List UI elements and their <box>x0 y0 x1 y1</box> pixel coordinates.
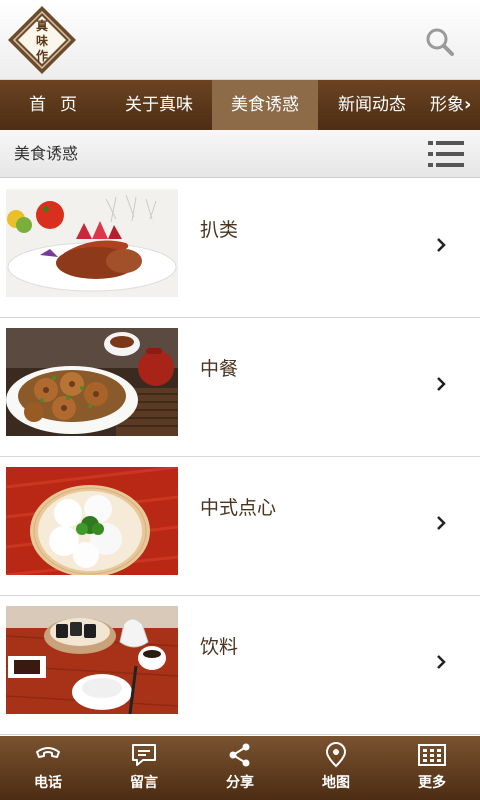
share-icon <box>229 743 250 767</box>
tea-and-drinks-photo <box>6 606 178 714</box>
list-item-dim-sum[interactable]: 中式点心 <box>0 457 480 596</box>
list-icon[interactable] <box>426 138 466 170</box>
tab-more[interactable]: 更多 <box>384 736 480 800</box>
list-item-drinks[interactable]: 饮料 <box>0 596 480 735</box>
lotus-root-dish-photo <box>6 328 178 436</box>
chevron-right-icon[interactable]: › <box>464 80 478 130</box>
nav-item-home[interactable]: 首页 <box>0 80 106 130</box>
item-title: 中式点心 <box>200 497 277 519</box>
tab-label: 电话 <box>34 775 62 791</box>
tab-label: 地图 <box>322 775 350 791</box>
tab-share[interactable]: 分享 <box>192 736 288 800</box>
chevron-right-icon <box>437 238 446 252</box>
food-category-list: 扒类 中餐 中式点心 饮料 <box>0 179 480 735</box>
map-pin-icon <box>325 742 347 768</box>
chevron-right-icon <box>437 655 446 669</box>
steamed-buns-photo <box>6 467 178 575</box>
search-icon[interactable] <box>420 22 460 62</box>
list-item-chinese[interactable]: 中餐 <box>0 318 480 457</box>
item-title: 中餐 <box>200 358 239 380</box>
nav-item-news[interactable]: 新闻动态 <box>318 80 426 130</box>
tab-label: 更多 <box>418 775 446 791</box>
section-title: 美食诱惑 <box>14 144 79 163</box>
nav-item-about[interactable]: 关于真味 <box>106 80 212 130</box>
tab-label: 分享 <box>226 775 254 791</box>
logo-char-1: 真 <box>36 18 48 33</box>
tab-label: 留言 <box>130 775 158 791</box>
item-title: 饮料 <box>200 636 239 658</box>
chevron-right-icon <box>437 516 446 530</box>
bottom-toolbar: 电话 留言 分享 地图 更多 <box>0 736 480 800</box>
main-nav: 首页 关于真味 美食诱惑 新闻动态 形象 › <box>0 80 480 130</box>
nav-item-food[interactable]: 美食诱惑 <box>212 80 318 130</box>
logo-char-2: 味 <box>36 33 48 48</box>
logo-char-3: 作 <box>36 48 48 63</box>
steak-plate-photo <box>6 189 178 297</box>
brand-logo[interactable]: 真 味 作 <box>6 4 78 76</box>
tab-phone[interactable]: 电话 <box>0 736 96 800</box>
app-header: 真 味 作 <box>0 0 480 80</box>
item-title: 扒类 <box>200 219 239 241</box>
phone-icon <box>36 747 60 758</box>
chevron-right-icon <box>437 377 446 391</box>
section-header: 美食诱惑 <box>0 130 480 178</box>
message-icon <box>132 744 156 766</box>
list-item-steak[interactable]: 扒类 <box>0 179 480 318</box>
tab-message[interactable]: 留言 <box>96 736 192 800</box>
tab-map[interactable]: 地图 <box>288 736 384 800</box>
grid-icon <box>418 744 446 766</box>
